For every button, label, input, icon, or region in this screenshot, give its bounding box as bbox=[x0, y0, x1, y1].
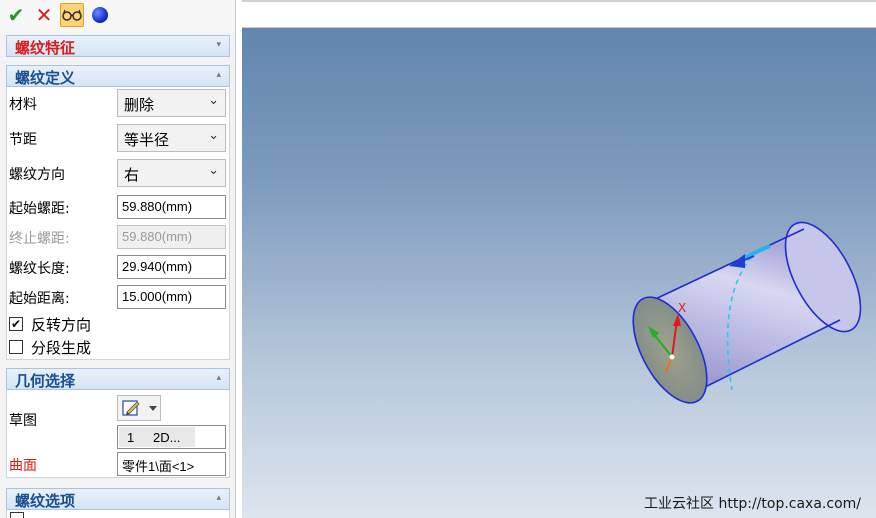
chevron-down-icon: ⌄ bbox=[208, 163, 219, 178]
thread-options-body bbox=[6, 510, 230, 518]
geometry-selection-header[interactable]: 几何选择 ▴ bbox=[6, 368, 230, 390]
sketch-item-number: 1 bbox=[127, 430, 135, 445]
pitch-select[interactable]: 等半径 ⌄ bbox=[117, 124, 226, 152]
chevron-down-icon: ⌄ bbox=[208, 128, 219, 143]
x-axis-label: X bbox=[678, 301, 686, 315]
sketch-list[interactable]: 1 2D... bbox=[117, 425, 226, 449]
start-distance-value: 15.000(mm) bbox=[122, 289, 193, 304]
checkbox-unchecked[interactable] bbox=[9, 340, 23, 354]
blue-ball-icon bbox=[92, 7, 108, 23]
thread-options-header[interactable]: 螺纹选项 ▴ bbox=[6, 488, 230, 510]
thread-cylinder[interactable] bbox=[618, 211, 876, 414]
expand-icon: ▴ bbox=[216, 70, 221, 80]
panel-toolbar: ✔ ✕ bbox=[0, 0, 235, 32]
start-pitch-input[interactable]: 59.880(mm) bbox=[117, 195, 226, 219]
property-panel: ✔ ✕ 螺纹特征 ▾ 螺纹定义 ▴ 材料 删除 ⌄ 节距 等半径 ⌄ 螺纹方向 … bbox=[0, 0, 236, 518]
segment-generate-label: 分段生成 bbox=[31, 338, 92, 357]
geometry-selection-title: 几何选择 bbox=[15, 372, 76, 390]
reverse-direction-label: 反转方向 bbox=[31, 315, 92, 334]
option-button[interactable] bbox=[88, 3, 112, 27]
thread-length-input[interactable]: 29.940(mm) bbox=[117, 255, 226, 279]
surface-input[interactable]: 零件1\面<1> bbox=[117, 452, 226, 476]
pitch-value: 等半径 bbox=[124, 131, 170, 149]
expand-icon: ▴ bbox=[216, 493, 221, 503]
feature-title: 螺纹特征 bbox=[15, 39, 76, 57]
expand-icon: ▴ bbox=[216, 373, 221, 383]
checkbox-unchecked[interactable] bbox=[10, 512, 24, 518]
chevron-down-icon: ⌄ bbox=[208, 93, 219, 108]
thread-definition-header[interactable]: 螺纹定义 ▴ bbox=[6, 65, 230, 87]
surface-label: 曲面 bbox=[9, 458, 37, 474]
chevron-down-icon bbox=[149, 406, 157, 411]
glasses-icon bbox=[62, 9, 82, 21]
check-icon: ✔ bbox=[7, 3, 25, 27]
pitch-label: 节距 bbox=[9, 132, 37, 148]
direction-select[interactable]: 右 ⌄ bbox=[117, 159, 226, 187]
thread-length-label: 螺纹长度: bbox=[9, 261, 70, 277]
end-pitch-label: 终止螺距: bbox=[9, 231, 70, 247]
collapse-icon: ▾ bbox=[216, 40, 221, 50]
checkbox-checked[interactable]: ✔ bbox=[9, 317, 23, 331]
thread-options-title: 螺纹选项 bbox=[15, 492, 76, 510]
sketch-pick-button[interactable] bbox=[117, 395, 161, 421]
start-distance-label: 起始距离: bbox=[9, 291, 70, 307]
sketch-item-text: 2D... bbox=[153, 430, 181, 445]
sketch-edit-icon bbox=[122, 400, 140, 416]
end-pitch-input: 59.880(mm) bbox=[117, 225, 226, 249]
segment-generate-checkbox[interactable]: 分段生成 bbox=[9, 337, 91, 357]
material-label: 材料 bbox=[9, 97, 37, 113]
model-scene[interactable]: X bbox=[242, 0, 876, 518]
direction-label: 螺纹方向 bbox=[9, 167, 65, 183]
thread-length-value: 29.940(mm) bbox=[122, 259, 193, 274]
cancel-button[interactable]: ✕ bbox=[32, 3, 56, 27]
watermark: 工业云社区 http://top.caxa.com/ bbox=[644, 496, 861, 512]
start-pitch-value: 59.880(mm) bbox=[122, 199, 193, 214]
3d-viewport[interactable]: X 工业云社区 http://top.caxa.com/ bbox=[242, 0, 876, 518]
ok-button[interactable]: ✔ bbox=[4, 3, 28, 27]
reverse-direction-checkbox[interactable]: ✔ 反转方向 bbox=[9, 314, 91, 334]
close-icon: ✕ bbox=[35, 3, 53, 27]
material-value: 删除 bbox=[124, 96, 155, 114]
feature-title-header[interactable]: 螺纹特征 ▾ bbox=[6, 35, 230, 57]
sketch-label: 草图 bbox=[9, 413, 37, 429]
start-distance-input[interactable]: 15.000(mm) bbox=[117, 285, 226, 309]
thread-definition-title: 螺纹定义 bbox=[15, 69, 76, 87]
surface-value: 零件1\面<1> bbox=[122, 459, 195, 474]
material-select[interactable]: 删除 ⌄ bbox=[117, 89, 226, 117]
start-pitch-label: 起始螺距: bbox=[9, 201, 70, 217]
end-pitch-value: 59.880(mm) bbox=[122, 229, 193, 244]
preview-button[interactable] bbox=[60, 3, 84, 27]
direction-value: 右 bbox=[124, 166, 140, 184]
